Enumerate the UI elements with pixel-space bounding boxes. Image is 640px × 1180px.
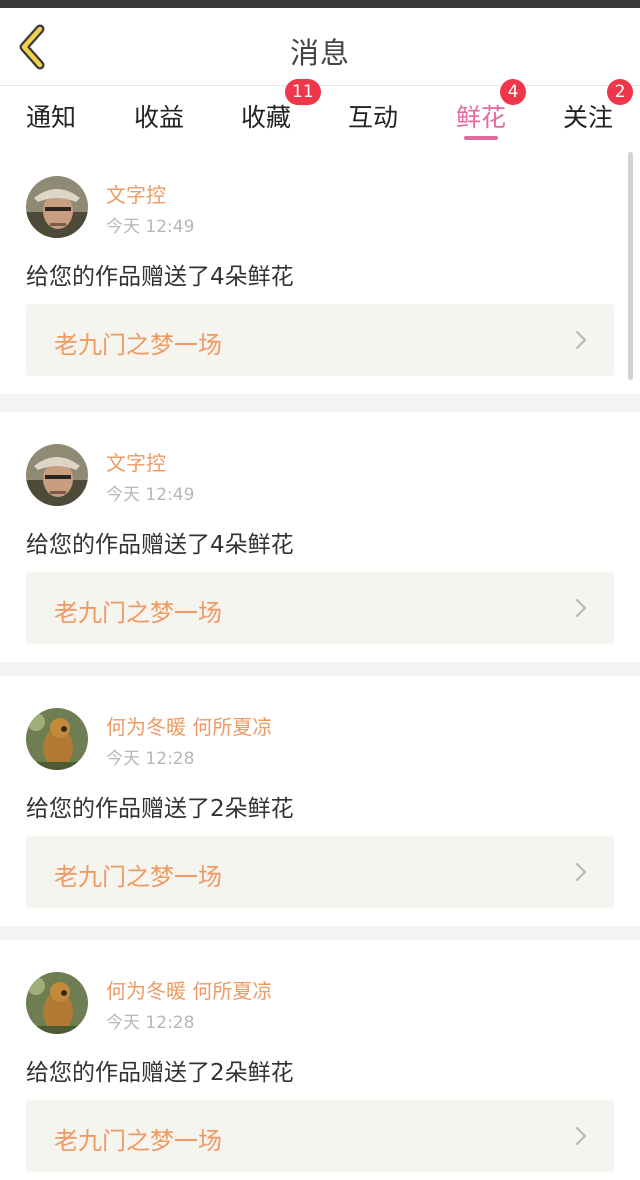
work-title: 老九门之梦一场 — [54, 331, 222, 359]
sender-name[interactable]: 文字控 — [106, 179, 166, 208]
timestamp: 今天 12:49 — [106, 485, 195, 505]
chevron-right-icon — [575, 330, 587, 350]
chevron-right-icon — [575, 1126, 587, 1146]
tab-label: 关注 — [563, 103, 614, 132]
tab-label: 互动 — [348, 103, 399, 132]
avatar[interactable] — [26, 444, 88, 506]
unread-badge: 4 — [500, 79, 526, 105]
timestamp: 今天 12:49 — [106, 217, 195, 237]
man-hat-avatar — [26, 444, 88, 506]
timestamp: 今天 12:28 — [106, 749, 195, 769]
monkey-avatar — [26, 972, 88, 1034]
tab-label: 收藏 — [241, 103, 292, 132]
list-item: 何为冬暖 何所夏凉 今天 12:28 给您的作品赠送了2朵鲜花 老九门之梦一场 — [0, 676, 640, 926]
page-title: 消息 — [289, 36, 350, 70]
chevron-right-icon — [575, 598, 587, 618]
tab-bar: 通知 收益 收藏 11 互动 鲜花 4 关注 2 — [0, 79, 640, 144]
active-tab-indicator — [464, 136, 498, 140]
tab-label: 收益 — [134, 103, 185, 132]
list-item: 何为冬暖 何所夏凉 今天 12:28 给您的作品赠送了2朵鲜花 老九门之梦一场 — [0, 940, 640, 1180]
message-text: 给您的作品赠送了2朵鲜花 — [26, 796, 294, 822]
man-hat-avatar — [26, 176, 88, 238]
work-title: 老九门之梦一场 — [54, 863, 222, 891]
timestamp: 今天 12:28 — [106, 1013, 195, 1033]
message-text: 给您的作品赠送了2朵鲜花 — [26, 1060, 294, 1086]
work-title: 老九门之梦一场 — [54, 1127, 222, 1155]
tab-label: 鲜花 — [456, 103, 507, 132]
avatar[interactable] — [26, 708, 88, 770]
work-link[interactable]: 老九门之梦一场 — [26, 1100, 614, 1172]
status-bar — [0, 0, 640, 8]
work-link[interactable]: 老九门之梦一场 — [26, 572, 614, 644]
tab-label: 通知 — [26, 103, 77, 132]
header-bar: 消息 — [0, 8, 640, 86]
avatar[interactable] — [26, 972, 88, 1034]
message-text: 给您的作品赠送了4朵鲜花 — [26, 532, 294, 558]
work-link[interactable]: 老九门之梦一场 — [26, 836, 614, 908]
unread-badge: 2 — [607, 79, 633, 105]
work-title: 老九门之梦一场 — [54, 599, 222, 627]
avatar[interactable] — [26, 176, 88, 238]
sender-name[interactable]: 何为冬暖 何所夏凉 — [106, 711, 272, 740]
message-text: 给您的作品赠送了4朵鲜花 — [26, 264, 294, 290]
sender-name[interactable]: 文字控 — [106, 447, 166, 476]
message-list[interactable]: 文字控 今天 12:49 给您的作品赠送了4朵鲜花 老九门之梦一场 文字控 今天… — [0, 144, 640, 1180]
scrollbar[interactable] — [628, 152, 633, 380]
work-link[interactable]: 老九门之梦一场 — [26, 304, 614, 376]
list-item: 文字控 今天 12:49 给您的作品赠送了4朵鲜花 老九门之梦一场 — [0, 412, 640, 662]
sender-name[interactable]: 何为冬暖 何所夏凉 — [106, 975, 272, 1004]
chevron-right-icon — [575, 862, 587, 882]
monkey-avatar — [26, 708, 88, 770]
list-item: 文字控 今天 12:49 给您的作品赠送了4朵鲜花 老九门之梦一场 — [0, 144, 640, 394]
unread-badge: 11 — [285, 79, 321, 105]
